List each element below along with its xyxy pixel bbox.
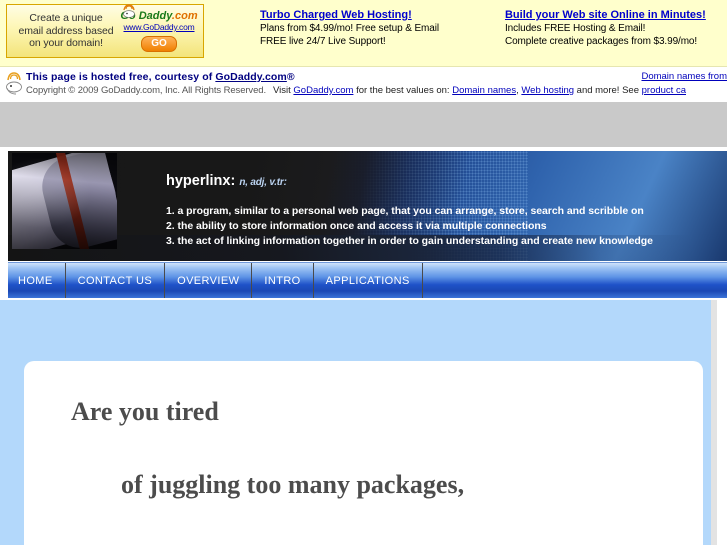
ad-line: Plans from $4.99/mo! Free setup & Email [260, 23, 439, 34]
promo-text: Create a unique email address based on y… [7, 12, 119, 50]
godaddy-guy-icon [121, 3, 137, 19]
ad-line: Includes FREE Hosting & Email! [504, 23, 646, 34]
book-shading [12, 153, 117, 249]
nav-item-home[interactable]: HOME [8, 263, 66, 298]
ad-line: Complete creative packages from $3.99/mo… [504, 36, 698, 47]
open-book-image [12, 153, 117, 249]
definition-item: 2. the ability to store information once… [166, 220, 547, 232]
definition-item: 3. the act of linking information togeth… [166, 235, 653, 247]
hosted-free-title: This page is hosted free, courtesy of Go… [26, 71, 295, 83]
godaddy-promo-box[interactable]: Create a unique email address based on y… [6, 4, 204, 58]
hosted-free-right: Domain names from Visit GoDaddy.com for … [257, 70, 727, 98]
promo-line-1: Create a unique [29, 12, 103, 25]
ad-heading-link[interactable]: Build your Web site Online in Minutes! [505, 8, 706, 22]
page-gap-spacer [0, 102, 727, 147]
banner-definition-block: hyperlinx: n, adj, v.tr: 1. a program, s… [166, 173, 711, 249]
product-catalog-link[interactable]: product ca [642, 85, 686, 96]
godaddy-link[interactable]: GoDaddy.com [293, 85, 353, 96]
content-right-edge [711, 300, 717, 545]
site-title: hyperlinx: n, adj, v.tr: [166, 173, 287, 189]
godaddy-url-link[interactable]: www.GoDaddy.com [119, 22, 199, 33]
nav-item-overview[interactable]: OVERVIEW [165, 263, 253, 298]
definition-list: 1. a program, similar to a personal web … [166, 204, 711, 249]
nav-bar: HOME CONTACT US OVERVIEW INTRO APPLICATI… [8, 262, 727, 298]
promo-line-3: on your domain! [29, 37, 103, 50]
visit-godaddy-line: Visit GoDaddy.com for the best values on… [273, 85, 686, 96]
go-button[interactable]: GO [141, 36, 177, 52]
domain-names-from-link[interactable]: Domain names from [257, 70, 727, 84]
headline-secondary: of juggling too many packages, [121, 470, 465, 499]
promo-line-2: email address based [18, 24, 114, 37]
nav-item-contact-us[interactable]: CONTACT US [66, 263, 166, 298]
headline-primary: Are you tired [71, 397, 219, 426]
ad-column-website-builder: Build your Web site Online in Minutes! I… [505, 0, 706, 48]
primary-navigation: HOME CONTACT US OVERVIEW INTRO APPLICATI… [0, 262, 727, 300]
site-header: hyperlinx: n, adj, v.tr: 1. a program, s… [0, 150, 727, 262]
content-card: Are you tired of juggling too many packa… [24, 361, 703, 545]
copyright-text: Copyright © 2009 GoDaddy.com, Inc. All R… [26, 85, 266, 96]
ad-line: FREE live 24/7 Live Support! [260, 36, 386, 47]
ad-heading-link[interactable]: Turbo Charged Web Hosting! [260, 8, 439, 22]
web-hosting-link[interactable]: Web hosting [521, 85, 574, 96]
nav-filler [423, 263, 727, 298]
nav-item-intro[interactable]: INTRO [252, 263, 314, 298]
hosted-free-left: This page is hosted free, courtesy of Go… [26, 70, 295, 97]
ad-column-hosting: Turbo Charged Web Hosting! Plans from $4… [260, 0, 439, 48]
domain-names-link[interactable]: Domain names [452, 85, 516, 96]
godaddy-guy-icon [4, 71, 24, 97]
site-banner: hyperlinx: n, adj, v.tr: 1. a program, s… [8, 150, 727, 261]
page-content: Are you tired of juggling too many packa… [0, 300, 727, 545]
hosted-free-bar: This page is hosted free, courtesy of Go… [0, 66, 727, 102]
nav-item-applications[interactable]: APPLICATIONS [314, 263, 423, 298]
godaddy-ad-strip: Create a unique email address based on y… [0, 0, 727, 66]
part-of-speech: n, adj, v.tr: [239, 177, 287, 188]
definition-item: 1. a program, similar to a personal web … [166, 205, 644, 217]
